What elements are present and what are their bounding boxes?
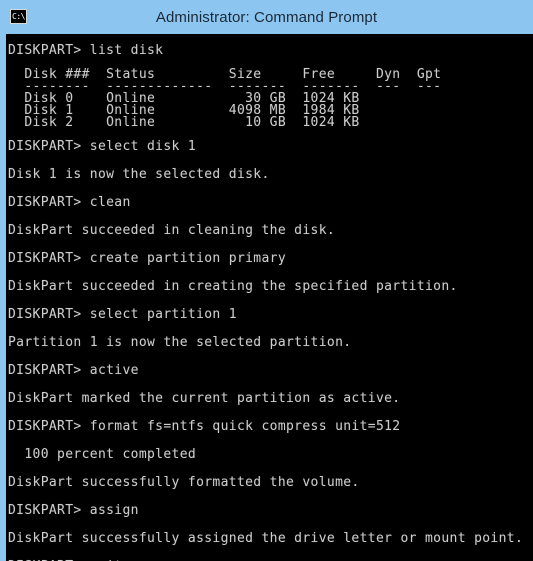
console-line-output: DiskPart succeeded in creating the speci… xyxy=(8,279,458,294)
console-line-prompt: DISKPART> format fs=ntfs quick compress … xyxy=(8,419,401,434)
console-line-output: DiskPart successfully assigned the drive… xyxy=(8,531,524,546)
window-titlebar[interactable]: C:\ Administrator: Command Prompt xyxy=(0,0,533,34)
console-line-output: DiskPart succeeded in cleaning the disk. xyxy=(8,223,336,238)
console-line-prompt: DISKPART> active xyxy=(8,363,139,378)
console-line-output: DiskPart marked the current partition as… xyxy=(8,391,401,406)
console-line-prompt: DISKPART> exit xyxy=(6,557,533,561)
window-title: Administrator: Command Prompt xyxy=(155,8,378,26)
console-line-prompt: DISKPART> list disk xyxy=(8,43,164,58)
console-line-prompt: DISKPART> clean xyxy=(8,195,131,210)
console-line-table-row: Disk 2 Online 10 GB 1024 KB xyxy=(8,115,360,130)
console-line-output: DiskPart successfully formatted the volu… xyxy=(8,475,360,490)
console-line-prompt: DISKPART> assign xyxy=(8,503,139,518)
console-area[interactable]: DISKPART> list disk Disk ### Status Size… xyxy=(0,34,533,561)
command-prompt-window: C:\ Administrator: Command Prompt DISKPA… xyxy=(0,0,533,561)
console-line-output: Partition 1 is now the selected partitio… xyxy=(8,335,352,350)
console-line-output: Disk 1 is now the selected disk. xyxy=(8,167,270,182)
console-output[interactable]: DISKPART> list disk Disk ### Status Size… xyxy=(6,34,533,561)
command-prompt-icon[interactable]: C:\ xyxy=(10,9,27,24)
console-line-prompt: DISKPART> select partition 1 xyxy=(8,307,237,322)
console-line-prompt: DISKPART> select disk 1 xyxy=(8,139,197,154)
console-line-prompt: DISKPART> create partition primary xyxy=(8,251,287,266)
command-prompt-icon-label: C:\ xyxy=(12,11,25,21)
console-line-output: 100 percent completed xyxy=(8,447,197,462)
